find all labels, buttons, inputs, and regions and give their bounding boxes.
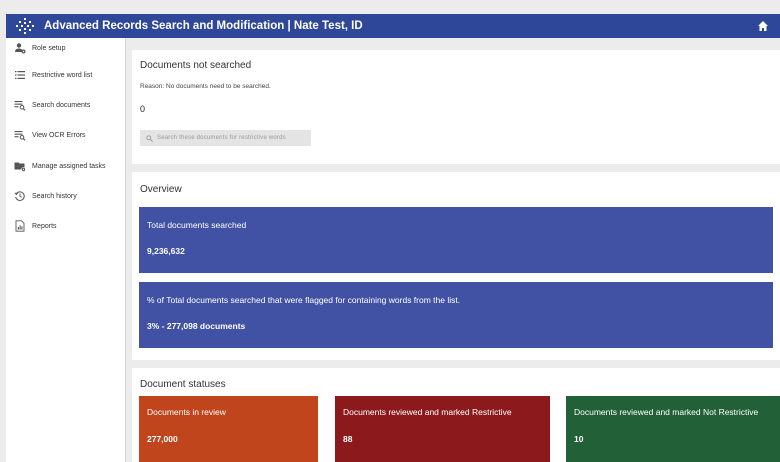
not-searched-count: 0: [140, 104, 146, 114]
sidebar: Role setup Restrictive word list Search …: [6, 38, 126, 462]
total-searched-tile: Total documents searched 9,236,632: [139, 207, 773, 273]
report-icon: [14, 220, 26, 232]
search-icon: [146, 134, 153, 142]
overview-card: Overview Total documents searched 9,236,…: [132, 172, 780, 360]
document-statuses-title: Document statuses: [140, 379, 226, 390]
home-icon[interactable]: [756, 19, 770, 33]
sidebar-item-role-setup[interactable]: Role setup: [14, 40, 65, 56]
document-statuses-card: Document statuses Documents in review 27…: [132, 368, 780, 462]
status-tile-label: Documents in review: [147, 407, 226, 417]
app-header: Advanced Records Search and Modification…: [6, 14, 780, 38]
sidebar-item-label: View OCR Errors: [32, 131, 86, 139]
flagged-percent-tile: % of Total documents searched that were …: [139, 282, 773, 348]
sidebar-item-search-documents[interactable]: Search documents: [14, 97, 90, 113]
list-icon: [14, 69, 26, 81]
sidebar-item-manage-assigned-tasks[interactable]: Manage assigned tasks: [14, 158, 106, 174]
status-tile-not-restrictive[interactable]: Documents reviewed and marked Not Restri…: [566, 396, 780, 462]
sidebar-item-view-ocr-errors[interactable]: View OCR Errors: [14, 127, 86, 143]
flagged-percent-value: 3% - 277,098 documents: [147, 321, 246, 331]
status-tile-value: 277,000: [147, 434, 178, 444]
not-searched-reason: Reason: No documents need to be searched…: [140, 83, 271, 90]
search-list-icon: [14, 99, 26, 111]
sidebar-item-label: Restrictive word list: [32, 71, 93, 79]
search-button-label: Search these documents for restrictive w…: [157, 135, 286, 141]
folder-settings-icon: [14, 160, 26, 172]
status-tile-in-review[interactable]: Documents in review 277,000: [139, 396, 318, 462]
status-tile-value: 10: [574, 434, 584, 444]
search-these-documents-button[interactable]: Search these documents for restrictive w…: [140, 130, 311, 146]
user-settings-icon: [14, 42, 26, 54]
status-tile-value: 88: [343, 434, 353, 444]
history-icon: [14, 190, 26, 202]
sidebar-item-label: Search history: [32, 192, 77, 200]
flagged-percent-label: % of Total documents searched that were …: [147, 295, 461, 305]
sidebar-item-label: Search documents: [32, 101, 91, 109]
status-tile-label: Documents reviewed and marked Restrictiv…: [343, 407, 512, 417]
sidebar-item-label: Manage assigned tasks: [32, 162, 106, 170]
sidebar-item-label: Role setup: [32, 44, 66, 52]
sidebar-item-search-history[interactable]: Search history: [14, 188, 77, 204]
total-searched-label: Total documents searched: [147, 220, 247, 230]
not-searched-card: Documents not searched Reason: No docume…: [132, 50, 780, 164]
sparkle-logo-icon: [12, 14, 38, 38]
overview-title: Overview: [140, 184, 182, 195]
app-title: Advanced Records Search and Modification…: [44, 20, 363, 32]
sidebar-item-restrictive-word-list[interactable]: Restrictive word list: [14, 67, 92, 83]
status-tile-restrictive[interactable]: Documents reviewed and marked Restrictiv…: [335, 396, 550, 462]
total-searched-value: 9,236,632: [147, 246, 185, 256]
status-tile-label: Documents reviewed and marked Not Restri…: [574, 407, 759, 417]
search-list-icon: [14, 129, 26, 141]
not-searched-title: Documents not searched: [140, 60, 252, 71]
sidebar-item-label: Reports: [32, 222, 57, 230]
sidebar-item-reports[interactable]: Reports: [14, 218, 57, 234]
